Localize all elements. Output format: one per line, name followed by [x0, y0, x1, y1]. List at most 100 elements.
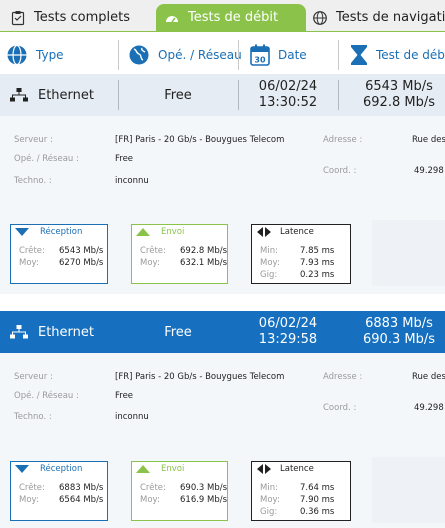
tab-tests-de-debit[interactable]: Tests de débit	[156, 4, 306, 31]
date-cell: 06/02/24 13:29:58	[238, 311, 338, 353]
envoi-peak-value: 692.8 Mb/s	[180, 246, 228, 256]
avg-label: Moy:	[260, 495, 280, 505]
operator-value: Free	[164, 324, 192, 340]
reception-peak-value: 6543 Mb/s	[59, 246, 104, 256]
server-value: [FR] Paris - 20 Gb/s - Bouygues Telecom	[115, 135, 285, 145]
envoi-title: Envoi	[161, 464, 185, 474]
result-detail-panel: Serveur : [FR] Paris - 20 Gb/s - Bouygue…	[0, 353, 445, 528]
globe-icon	[7, 44, 27, 66]
min-label: Min:	[260, 483, 278, 493]
server-label: Serveur :	[14, 135, 53, 145]
column-speed[interactable]: Test de débit	[350, 34, 445, 76]
result-detail-panel: Serveur : [FR] Paris - 20 Gb/s - Bouygue…	[0, 116, 445, 294]
techno-label: Techno. :	[14, 176, 52, 186]
techno-label: Techno. :	[14, 412, 52, 422]
peak-label: Crête:	[140, 483, 166, 493]
result-row[interactable]: Ethernet Free 06/02/24 13:30:52 6543 Mb/…	[0, 74, 445, 116]
envoi-header: Envoi	[132, 227, 227, 237]
address-label: Adresse :	[323, 135, 363, 145]
latency-jitter-value: 0.23 ms	[300, 270, 335, 280]
latency-arrows-icon	[257, 464, 271, 474]
envoi-header: Envoi	[132, 464, 227, 474]
reception-title: Réception	[40, 227, 83, 237]
upload-value: 690.3 Mb/s	[363, 332, 435, 347]
tab-tests-complets[interactable]: Tests complets	[10, 4, 130, 31]
latency-box: Latence Min: 7.64 ms Moy: 7.90 ms Gig: 0.36…	[251, 461, 351, 521]
tab-tests-de-navigation[interactable]: Tests de navigation	[312, 4, 445, 31]
min-label: Min:	[260, 246, 278, 256]
speedometer-icon	[164, 10, 180, 26]
techno-value: inconnu	[115, 412, 149, 422]
techno-value: inconnu	[115, 176, 149, 186]
reception-peak-line: Crête: 6543 Mb/s	[19, 246, 103, 256]
column-divider	[338, 40, 339, 70]
latency-avg-value: 7.93 ms	[300, 258, 335, 268]
ethernet-type-cell: Ethernet	[10, 311, 94, 353]
coord-label: Coord. :	[323, 166, 357, 176]
checklist-icon	[10, 10, 26, 26]
calendar-icon: 30	[250, 44, 270, 66]
column-divider	[118, 40, 119, 70]
tab-label: Tests complets	[34, 10, 131, 25]
time-value: 13:30:52	[258, 95, 318, 110]
download-arrow-icon	[15, 228, 29, 236]
latency-min-value: 7.85 ms	[300, 246, 335, 256]
time-value: 13:29:58	[258, 332, 318, 347]
peak-label: Crête:	[19, 246, 45, 256]
avg-label: Moy:	[19, 258, 39, 268]
reception-peak-value: 6883 Mb/s	[59, 483, 104, 493]
peak-label: Crête:	[19, 483, 45, 493]
latency-header: Latence	[252, 464, 350, 474]
network-globe-icon	[129, 45, 149, 65]
latency-min-line: Min: 7.85 ms	[260, 246, 334, 256]
envoi-box: Envoi Crête: 692.8 Mb/s Moy: 632.1 Mb/s	[131, 224, 228, 284]
envoi-avg-value: 632.1 Mb/s	[180, 258, 228, 268]
column-operator[interactable]: Opé. / Réseau	[128, 34, 242, 76]
latency-min-line: Min: 7.64 ms	[260, 483, 334, 493]
server-value: [FR] Paris - 20 Gb/s - Bouygues Telecom	[115, 372, 285, 382]
speed-cell: 6883 Mb/s 690.3 Mb/s	[338, 311, 445, 353]
reception-avg-line: Moy: 6270 Mb/s	[19, 258, 103, 268]
latency-avg-value: 7.90 ms	[300, 495, 335, 505]
latency-header: Latence	[252, 227, 350, 237]
map-placeholder	[372, 457, 445, 523]
download-arrow-icon	[15, 465, 29, 473]
column-type[interactable]: Type	[6, 34, 64, 76]
latency-arrows-icon	[257, 227, 271, 237]
hourglass-icon	[351, 45, 367, 65]
coord-label: Coord. :	[323, 403, 357, 413]
reception-avg-value: 6564 Mb/s	[59, 495, 104, 505]
date-cell: 06/02/24 13:30:52	[238, 74, 338, 116]
operator-value: Free	[164, 87, 192, 103]
column-date[interactable]: 30 Date	[250, 34, 307, 76]
operator-label: Opé. / Réseau :	[14, 154, 79, 164]
ethernet-type-cell: Ethernet	[10, 74, 94, 116]
reception-title: Réception	[40, 464, 83, 474]
column-operator-label: Opé. / Réseau	[158, 48, 242, 62]
envoi-peak-line: Crête: 690.3 Mb/s	[140, 483, 227, 493]
avg-label: Moy:	[260, 258, 280, 268]
peak-label: Crête:	[140, 246, 166, 256]
ethernet-icon	[10, 325, 28, 339]
address-value: Rue des	[412, 135, 445, 145]
reception-avg-value: 6270 Mb/s	[59, 258, 104, 268]
envoi-avg-value: 616.9 Mb/s	[180, 495, 228, 505]
coord-value: 49.298	[414, 166, 444, 176]
latency-avg-line: Moy: 7.90 ms	[260, 495, 334, 505]
avg-label: Moy:	[140, 495, 160, 505]
column-speed-label: Test de débit	[376, 48, 445, 62]
jitter-label: Gig:	[260, 507, 278, 517]
reception-avg-line: Moy: 6564 Mb/s	[19, 495, 103, 505]
operator-label: Opé. / Réseau :	[14, 391, 79, 401]
address-value: Rue des	[412, 372, 445, 382]
tab-label: Tests de navigation	[336, 10, 445, 25]
speed-cell: 6543 Mb/s 692.8 Mb/s	[338, 74, 445, 116]
latency-jitter-line: Gig: 0.36 ms	[260, 507, 334, 517]
envoi-title: Envoi	[161, 227, 185, 237]
result-row-selected[interactable]: Ethernet Free 06/02/24 13:29:58 6883 Mb/…	[0, 311, 445, 353]
type-value: Ethernet	[38, 87, 94, 103]
globe-icon	[312, 10, 328, 26]
envoi-avg-line: Moy: 632.1 Mb/s	[140, 258, 227, 268]
envoi-peak-value: 690.3 Mb/s	[180, 483, 228, 493]
latency-title: Latence	[280, 464, 314, 474]
